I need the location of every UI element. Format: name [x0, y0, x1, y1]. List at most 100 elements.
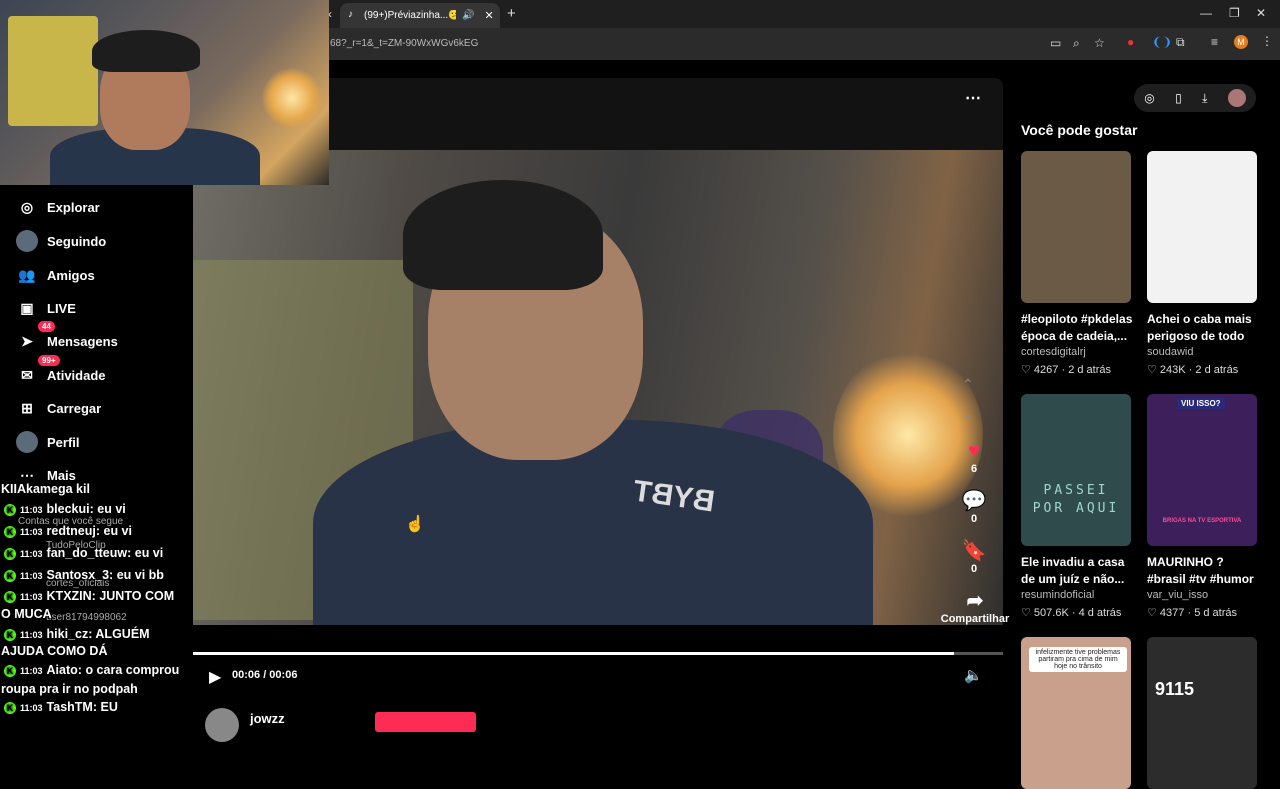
url-field[interactable]: 68?_r=1&_t=ZM-90WxWGv6kEG [330, 34, 1030, 54]
recommendation-thumbnail[interactable]: PASSEI POR AQUI [1021, 394, 1131, 546]
extension-wave-icon[interactable]: ❨❩ [1152, 35, 1172, 49]
compass-icon[interactable]: ◎ [1144, 91, 1154, 105]
minimize-icon[interactable]: — [1200, 6, 1212, 20]
sidebar-item-live[interactable]: ▣ LIVE [16, 294, 186, 322]
chat-message: K 11:03 bleckui: eu vi [4, 502, 126, 516]
following-account[interactable]: user81794998062 [46, 612, 127, 623]
chat-text: eu vi bb [116, 568, 164, 582]
tab-close-icon[interactable]: ✕ [484, 9, 493, 22]
recommendation-card[interactable]: Achei o caba mais perigoso de todo o...s… [1147, 151, 1257, 376]
heart-outline-icon: ♡ [1021, 607, 1034, 619]
recommendation-thumbnail[interactable] [1147, 151, 1257, 303]
like-button[interactable]: ♥ 6 [958, 440, 990, 475]
recommendation-thumbnail[interactable]: VIU ISSO? BRIGAS NA TV ESPORTIVA [1147, 394, 1257, 546]
tab-title: (99+)Préviazinha...😕😮 [364, 10, 456, 21]
extension-red-icon[interactable]: ● [1127, 35, 1134, 49]
recommendation-thumbnail[interactable]: 9115 [1147, 637, 1257, 789]
sidebar-item-mensagens[interactable]: ➤ 44 Mensagens [16, 321, 186, 355]
zoom-icon[interactable]: ⌕ [1073, 36, 1080, 51]
like-count: 4377 [1159, 607, 1185, 619]
recommendation-meta: ♡ 243K · 2 d atrás [1147, 364, 1239, 376]
recommendation-card[interactable]: VIU ISSO? BRIGAS NA TV ESPORTIVA MAURINHO … [1147, 394, 1257, 619]
comment-button[interactable]: 💬 0 [958, 488, 990, 525]
profile-avatar-icon [16, 431, 38, 453]
sidebar-item-atividade[interactable]: ✉ 99+ Atividade [16, 355, 186, 389]
follow-button[interactable] [375, 712, 476, 732]
download-icon[interactable]: ⤓ [1202, 91, 1207, 106]
sidebar-item-explorar[interactable]: ◎ Explorar [16, 193, 186, 221]
restore-icon[interactable]: ❐ [1229, 6, 1240, 20]
chat-text: JUNTO COM [99, 589, 175, 603]
sidebar-item-amigos[interactable]: 👥 Amigos [16, 261, 186, 289]
chat-username: Santosx_3: [46, 568, 114, 582]
play-icon[interactable]: ▶ [209, 667, 221, 687]
sidebar-item-label: Carregar [47, 400, 102, 416]
chat-time: 11:03 [20, 591, 43, 602]
author-avatar[interactable] [205, 708, 239, 742]
recommendation-card[interactable]: PASSEI POR AQUI Ele invadiu a casa de um … [1021, 394, 1131, 619]
cast-icon[interactable]: ▭ [1050, 36, 1061, 50]
brigas-label: BRIGAS NA TV ESPORTIVA [1162, 518, 1242, 524]
chat-message: KIIAkamega kil [1, 482, 90, 496]
save-button[interactable]: 🔖 0 [958, 538, 990, 575]
author-name[interactable]: jowzz [250, 711, 285, 726]
window-close-icon[interactable]: ✕ [1256, 6, 1266, 20]
recommendation-thumbnail[interactable]: infelizmente tive problemas partiram pra… [1021, 637, 1131, 789]
bookmark-star-icon[interactable]: ☆ [1094, 36, 1105, 50]
new-tab-icon[interactable]: + [507, 5, 516, 22]
user-avatar[interactable] [1227, 89, 1246, 107]
recommendation-title[interactable]: Ele invadiu a casa de um juíz e não... [1021, 554, 1133, 588]
scroll-up-icon[interactable]: ⌃ [962, 376, 974, 393]
kick-badge-icon: K [4, 525, 16, 538]
recommendation-thumbnail[interactable] [1021, 151, 1131, 303]
sidebar-item-carregar[interactable]: ⊞ Carregar [16, 394, 186, 422]
more-options-icon[interactable]: ⋯ [965, 88, 981, 108]
chat-message: K 11:03 KTXZIN: JUNTO COM [4, 589, 174, 603]
person-cap [403, 180, 603, 290]
heart-icon: ♥ [968, 440, 980, 462]
sidebar-item-label: Mensagens [47, 333, 118, 349]
mobile-icon[interactable]: ▯ [1175, 91, 1182, 105]
volume-icon[interactable]: 🔈 [964, 666, 983, 684]
recommendation-author[interactable]: cortesdigitalrj [1021, 346, 1131, 358]
recommendation-card[interactable]: infelizmente tive problemas partiram pra… [1021, 637, 1131, 789]
heart-outline-icon: ♡ [1147, 364, 1160, 376]
tab-audio-icon[interactable]: 🔊 [462, 10, 474, 21]
chat-text: ALGUÉM [95, 627, 150, 641]
media-control-icon[interactable]: ≡ [1211, 35, 1218, 49]
chat-text: eu vi [134, 546, 164, 560]
share-button[interactable]: ➦ Compartilhar [940, 588, 1010, 625]
recommendation-author[interactable]: resumindoficial [1021, 589, 1131, 601]
chat-text: eu vi [103, 524, 133, 538]
recommendation-author[interactable]: var_viu_isso [1147, 589, 1257, 601]
recommendation-card[interactable]: #leopiloto #pkdelas época de cadeia,... c… [1021, 151, 1133, 376]
streamer-webcam [0, 0, 329, 185]
browser-tab[interactable]: ♪ (99+)Préviazinha...😕😮 🔊 ✕ [340, 3, 500, 28]
sidebar-item-label: Mais [47, 467, 76, 483]
recommendation-title[interactable]: MAURINHO ? #brasil #tv #humor #futeb... [1147, 554, 1259, 588]
kick-badge-icon: K [4, 664, 16, 677]
recommendation-title[interactable]: Achei o caba mais perigoso de todo o... [1147, 311, 1259, 345]
chat-username: bleckui: [46, 502, 94, 516]
profile-avatar[interactable]: M [1234, 35, 1248, 49]
extensions-puzzle-icon[interactable]: ⧉ [1176, 35, 1185, 50]
sidebar-item-perfil[interactable]: Perfil [16, 428, 186, 456]
right-toolbar: ◎ ▯ ⤓ [1134, 84, 1256, 112]
recommendation-author[interactable]: soudawid [1147, 346, 1257, 358]
live-icon: ▣ [20, 299, 34, 316]
browser-menu-icon[interactable]: ⋮ [1261, 34, 1273, 48]
kick-badge-icon: K [4, 701, 16, 714]
progress-bar[interactable] [193, 652, 1003, 655]
sidebar-item-label: Atividade [47, 367, 106, 383]
chat-username: KTXZIN: [46, 589, 96, 603]
scroll-down-icon[interactable]: ⌄ [962, 405, 974, 422]
video-player[interactable]: BYBT ☝ [193, 150, 1003, 625]
kick-badge-icon: K [4, 590, 16, 603]
recommendation-title[interactable]: #leopiloto #pkdelas época de cadeia,... [1021, 311, 1133, 345]
recommendation-meta: ♡ 507.6K · 4 d atrás [1021, 607, 1122, 619]
kick-badge-icon: K [4, 547, 16, 560]
friends-icon: 👥 [18, 266, 36, 283]
recommendation-card[interactable]: 9115 [1147, 637, 1257, 789]
sidebar-item-seguindo[interactable]: Seguindo [16, 227, 186, 255]
sidebar-item-label: Perfil [47, 434, 80, 450]
